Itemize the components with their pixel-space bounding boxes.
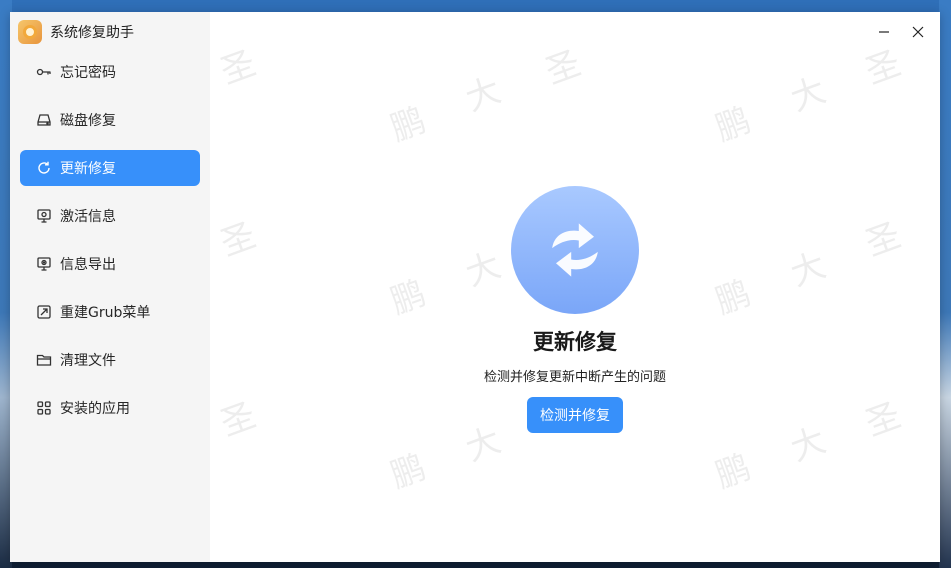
sidebar-item-label: 重建Grub菜单 <box>60 305 151 321</box>
watermark-char: 鹏 <box>710 100 757 150</box>
refresh-icon <box>36 160 52 176</box>
disk-icon <box>36 112 52 128</box>
app-header: 系统修复助手 <box>10 12 210 52</box>
sidebar-item-label: 更新修复 <box>60 161 116 177</box>
export-icon <box>36 256 52 272</box>
close-button[interactable] <box>904 22 932 42</box>
minimize-button[interactable] <box>870 22 898 42</box>
sidebar-item-info-export[interactable]: 信息导出 <box>20 246 200 282</box>
activation-icon <box>36 208 52 224</box>
sidebar-item-label: 激活信息 <box>60 209 116 225</box>
sidebar-item-label: 信息导出 <box>60 257 116 273</box>
apps-icon <box>36 400 52 416</box>
sidebar-item-clean-files[interactable]: 清理文件 <box>20 342 200 378</box>
watermark-char: 大 <box>785 70 832 120</box>
watermark-char: 鹏 <box>385 100 432 150</box>
minimize-icon <box>879 31 889 33</box>
watermark-char: 圣 <box>860 43 907 93</box>
sidebar-item-disk-repair[interactable]: 磁盘修复 <box>20 102 200 138</box>
watermark-char: 圣 <box>215 43 262 93</box>
app-window: 系统修复助手 忘记密码 磁盘修复 更新修复 激活信息 信息导出 重建Grub菜单… <box>10 12 940 562</box>
sidebar-item-forgot-password[interactable]: 忘记密码 <box>20 54 200 90</box>
page-description: 检测并修复更新中断产生的问题 <box>483 370 666 385</box>
update-repair-panel: 更新修复 检测并修复更新中断产生的问题 检测并修复 <box>210 186 940 433</box>
watermark-char: 鹏 <box>710 447 757 497</box>
watermark-char: 鹏 <box>385 447 432 497</box>
sidebar-item-installed-apps[interactable]: 安装的应用 <box>20 390 200 426</box>
sidebar-item-update-repair[interactable]: 更新修复 <box>20 150 200 186</box>
detect-and-repair-button[interactable]: 检测并修复 <box>527 397 623 433</box>
desktop-wallpaper-right <box>939 0 951 568</box>
page-title: 更新修复 <box>533 330 617 354</box>
app-title: 系统修复助手 <box>50 25 134 41</box>
sidebar-nav: 忘记密码 磁盘修复 更新修复 激活信息 信息导出 重建Grub菜单 清理文件 安… <box>10 54 210 426</box>
close-icon <box>912 26 924 38</box>
sidebar-item-label: 清理文件 <box>60 353 116 369</box>
watermark-char: 圣 <box>540 43 587 93</box>
sidebar-item-activation-info[interactable]: 激活信息 <box>20 198 200 234</box>
app-logo-icon <box>18 20 42 44</box>
sidebar-item-label: 磁盘修复 <box>60 113 116 129</box>
update-repair-hero-icon <box>511 186 639 314</box>
key-icon <box>36 64 52 80</box>
sidebar: 系统修复助手 忘记密码 磁盘修复 更新修复 激活信息 信息导出 重建Grub菜单… <box>10 12 210 562</box>
main-panel: 圣 圣 圣 大 大 鹏 鹏 圣 圣 圣 大 大 鹏 鹏 圣 圣 大 大 鹏 鹏 <box>210 12 940 562</box>
sidebar-item-label: 安装的应用 <box>60 401 130 417</box>
watermark-char: 大 <box>460 70 507 120</box>
sidebar-item-label: 忘记密码 <box>60 65 116 81</box>
folder-icon <box>36 352 52 368</box>
grub-icon <box>36 304 52 320</box>
sidebar-item-rebuild-grub[interactable]: 重建Grub菜单 <box>20 294 200 330</box>
window-controls <box>870 22 932 42</box>
